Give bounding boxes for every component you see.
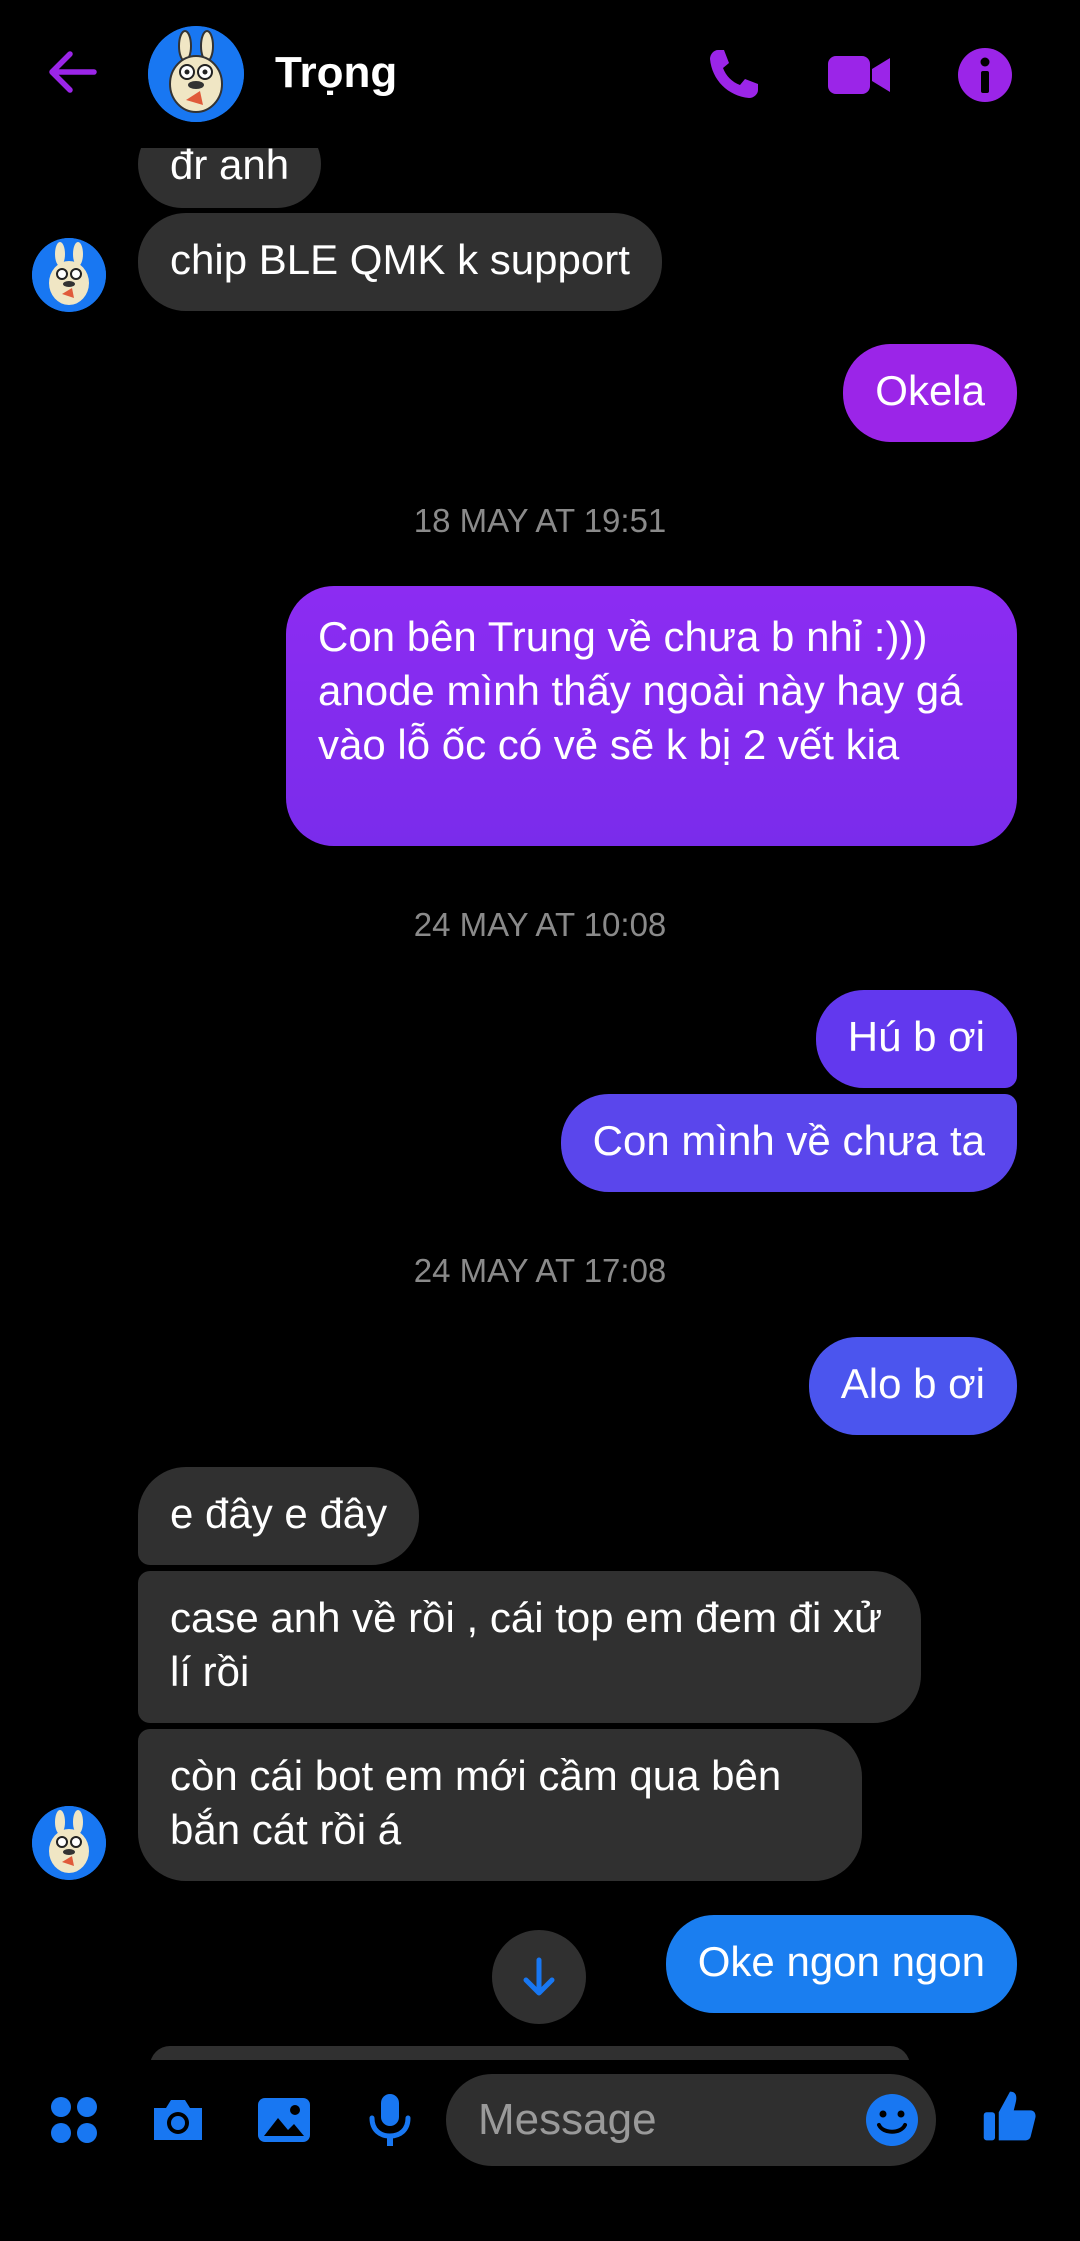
arrow-left-icon[interactable] xyxy=(44,44,100,100)
timestamp: 24 MAY AT 10:08 xyxy=(413,906,667,943)
outgoing-message[interactable]: Oke ngon ngon xyxy=(665,1915,1017,2013)
incoming-message[interactable]: chip BLE QMK k support xyxy=(138,213,662,311)
bunny-avatar-icon xyxy=(148,26,244,122)
incoming-message-partial xyxy=(150,2046,910,2060)
scroll-to-bottom-button[interactable] xyxy=(492,1930,586,2024)
incoming-message[interactable]: case anh về rồi , cái top em đem đi xử l… xyxy=(138,1571,921,1723)
thumbs-up-icon[interactable] xyxy=(980,2086,1040,2146)
bunny-avatar-icon xyxy=(32,1806,106,1880)
camera-icon[interactable] xyxy=(148,2090,208,2150)
outgoing-message[interactable]: Alo b ơi xyxy=(808,1337,1017,1435)
incoming-message[interactable]: còn cái bot em mới cầm qua bên bắn cát r… xyxy=(138,1729,862,1881)
contact-avatar[interactable] xyxy=(32,1806,106,1880)
image-icon[interactable] xyxy=(254,2090,314,2150)
video-camera-icon[interactable] xyxy=(826,42,892,108)
contact-name[interactable]: Trọng xyxy=(275,48,397,98)
emoji-icon[interactable] xyxy=(862,2090,922,2150)
conversation-header: Trọng xyxy=(0,0,1080,148)
phone-icon[interactable] xyxy=(700,42,766,108)
timestamp: 24 MAY AT 17:08 xyxy=(413,1252,667,1289)
contact-avatar[interactable] xyxy=(32,238,106,312)
outgoing-message[interactable]: Okela xyxy=(843,344,1017,442)
arrow-down-icon xyxy=(523,1957,555,1996)
microphone-icon[interactable] xyxy=(360,2090,420,2150)
outgoing-message[interactable]: Hú b ơi xyxy=(815,990,1017,1088)
bunny-avatar-icon xyxy=(32,238,106,312)
chat-thread[interactable]: đr anh chip BLE QMK k support Okela 18 M… xyxy=(0,0,1080,2060)
apps-grid-icon[interactable] xyxy=(44,2090,104,2150)
incoming-message[interactable]: e đây e đây xyxy=(138,1467,420,1565)
contact-avatar[interactable] xyxy=(148,26,244,122)
outgoing-message[interactable]: Con bên Trung về chưa b nhỉ :))) anode m… xyxy=(286,586,1017,846)
timestamp: 18 MAY AT 19:51 xyxy=(413,502,667,539)
info-icon[interactable] xyxy=(952,42,1018,108)
outgoing-message[interactable]: Con mình về chưa ta xyxy=(560,1094,1017,1192)
